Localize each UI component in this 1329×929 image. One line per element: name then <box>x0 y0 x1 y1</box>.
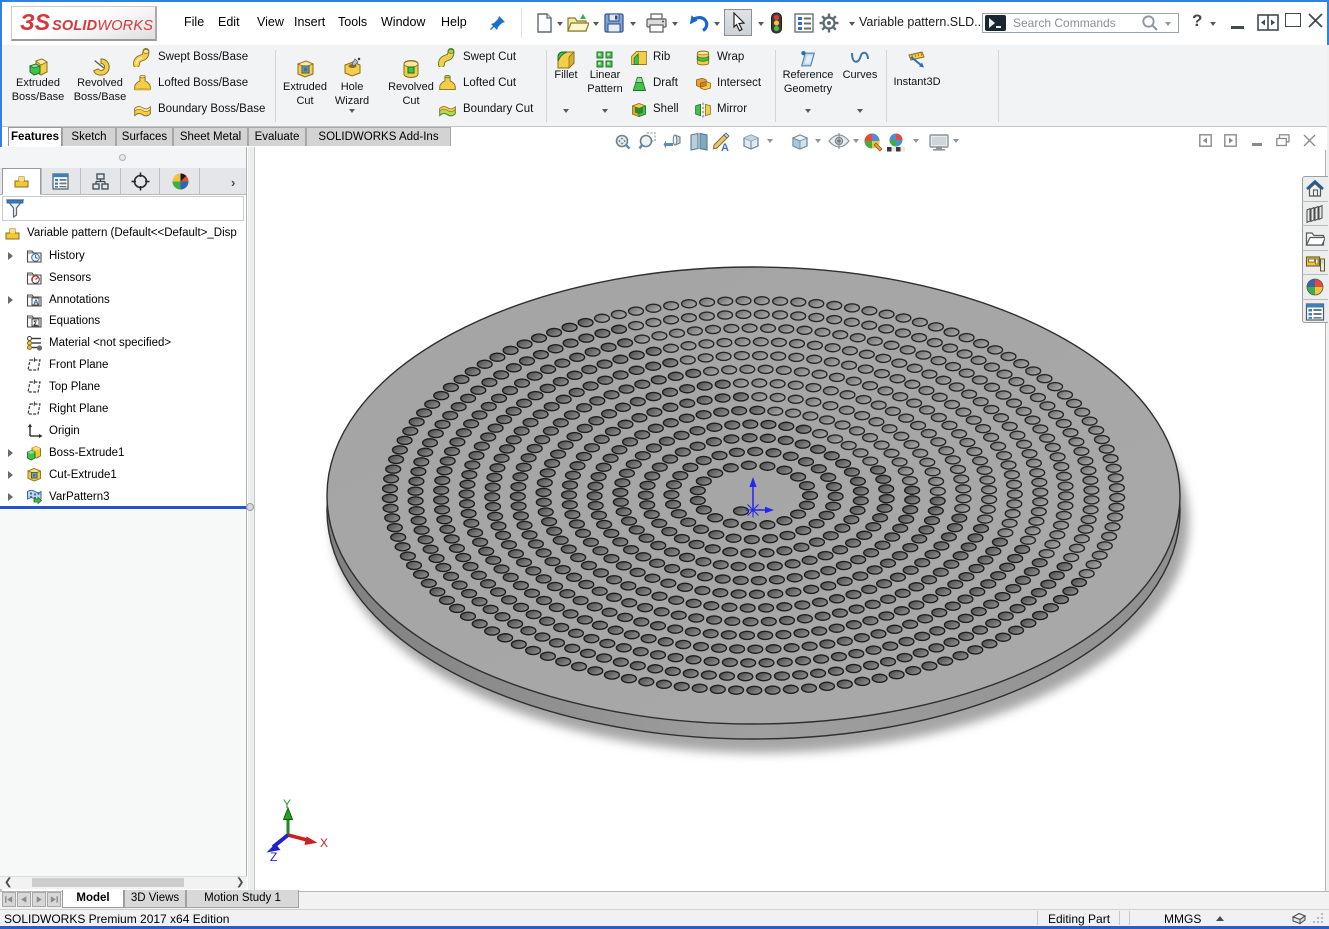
svg-text:A: A <box>33 297 39 306</box>
svg-text:X: X <box>320 836 328 850</box>
svg-text:Σ: Σ <box>33 318 38 327</box>
svg-text:Y: Y <box>283 797 291 811</box>
svg-text:Z: Z <box>270 850 277 864</box>
